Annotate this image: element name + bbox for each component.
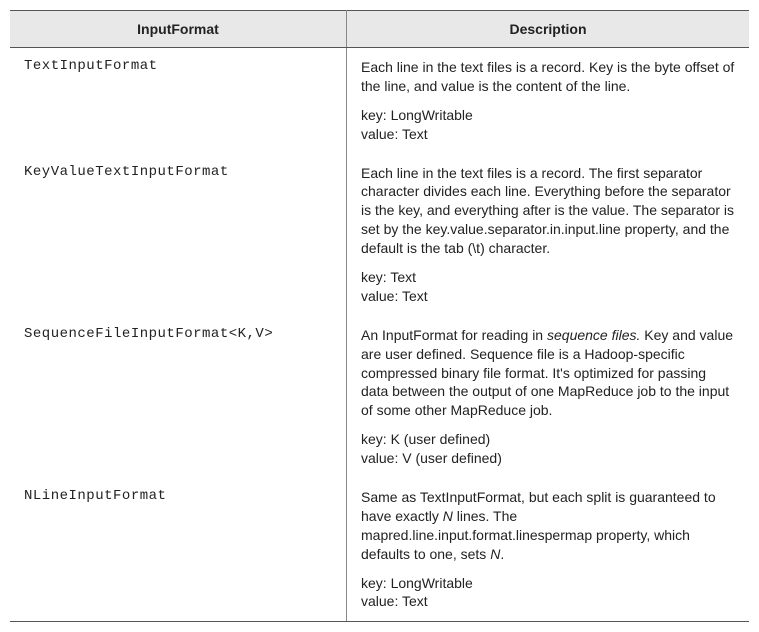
key-value-block: key: Text value: Text (361, 268, 735, 306)
table-row: TextInputFormat Each line in the text fi… (10, 48, 749, 154)
format-name: SequenceFileInputFormat<K,V> (10, 316, 347, 478)
table-header-row: InputFormat Description (10, 11, 749, 48)
key-line: key: LongWritable (361, 574, 735, 593)
desc-pre: An InputFormat for reading in (361, 327, 547, 343)
table-row: KeyValueTextInputFormat Each line in the… (10, 154, 749, 316)
format-description: Each line in the text files is a record.… (347, 154, 750, 316)
desc-emphasis: sequence files. (547, 327, 640, 343)
key-value-block: key: LongWritable value: Text (361, 574, 735, 612)
desc-emphasis: N (443, 508, 453, 524)
inputformat-table: InputFormat Description TextInputFormat … (10, 10, 749, 622)
table-row: NLineInputFormat Same as TextInputFormat… (10, 478, 749, 622)
desc-emphasis2: N (490, 546, 500, 562)
description-text: Each line in the text files is a record.… (361, 58, 735, 96)
format-description: Each line in the text files is a record.… (347, 48, 750, 154)
format-name: TextInputFormat (10, 48, 347, 154)
key-line: key: Text (361, 268, 735, 287)
key-line: key: LongWritable (361, 106, 735, 125)
table-row: SequenceFileInputFormat<K,V> An InputFor… (10, 316, 749, 478)
header-description: Description (347, 11, 750, 48)
value-line: value: Text (361, 592, 735, 611)
desc-post: . (500, 546, 504, 562)
value-line: value: Text (361, 287, 735, 306)
description-text: Same as TextInputFormat, but each split … (361, 488, 735, 564)
key-value-block: key: LongWritable value: Text (361, 106, 735, 144)
key-value-block: key: K (user defined) value: V (user def… (361, 430, 735, 468)
format-description: Same as TextInputFormat, but each split … (347, 478, 750, 622)
key-line: key: K (user defined) (361, 430, 735, 449)
desc-pre: Same as TextInputFormat, but each split … (361, 489, 716, 524)
value-line: value: Text (361, 125, 735, 144)
description-text: Each line in the text files is a record.… (361, 164, 735, 258)
format-name: KeyValueTextInputFormat (10, 154, 347, 316)
value-line: value: V (user defined) (361, 449, 735, 468)
format-description: An InputFormat for reading in sequence f… (347, 316, 750, 478)
header-inputformat: InputFormat (10, 11, 347, 48)
format-name: NLineInputFormat (10, 478, 347, 622)
description-text: An InputFormat for reading in sequence f… (361, 326, 735, 420)
